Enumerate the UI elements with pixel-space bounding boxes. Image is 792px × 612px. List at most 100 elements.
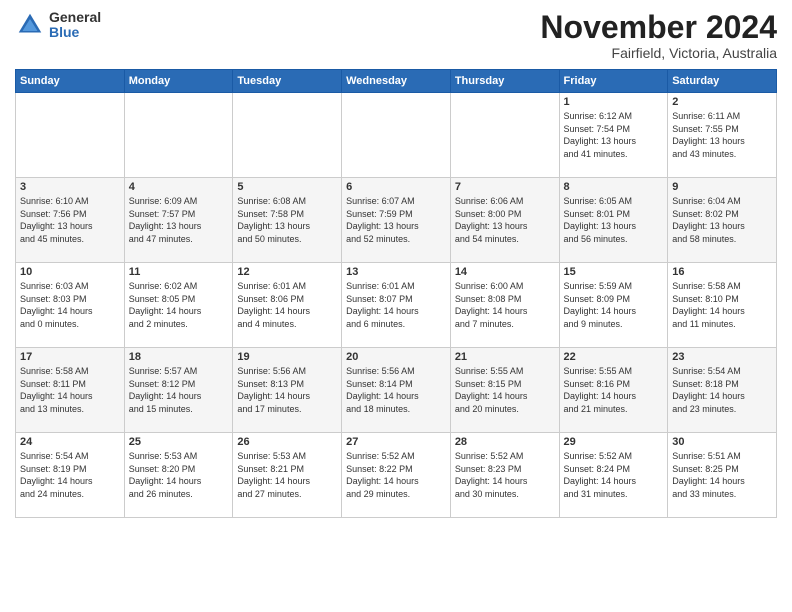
calendar-cell <box>233 93 342 178</box>
day-info: Sunrise: 6:02 AM Sunset: 8:05 PM Dayligh… <box>129 280 229 330</box>
logo-icon <box>15 10 45 40</box>
day-info: Sunrise: 6:11 AM Sunset: 7:55 PM Dayligh… <box>672 110 772 160</box>
day-number: 7 <box>455 181 555 193</box>
day-number: 27 <box>346 436 446 448</box>
day-number: 18 <box>129 351 229 363</box>
day-info: Sunrise: 6:03 AM Sunset: 8:03 PM Dayligh… <box>20 280 120 330</box>
day-info: Sunrise: 6:04 AM Sunset: 8:02 PM Dayligh… <box>672 195 772 245</box>
day-info: Sunrise: 5:54 AM Sunset: 8:19 PM Dayligh… <box>20 450 120 500</box>
day-number: 11 <box>129 266 229 278</box>
day-info: Sunrise: 6:05 AM Sunset: 8:01 PM Dayligh… <box>564 195 664 245</box>
calendar-cell: 4 Sunrise: 6:09 AM Sunset: 7:57 PM Daylig… <box>124 178 233 263</box>
logo-general: General <box>49 10 101 25</box>
day-info: Sunrise: 5:58 AM Sunset: 8:11 PM Dayligh… <box>20 365 120 415</box>
col-saturday: Saturday <box>668 70 777 93</box>
day-number: 2 <box>672 96 772 108</box>
col-sunday: Sunday <box>16 70 125 93</box>
logo: General Blue <box>15 10 101 41</box>
day-info: Sunrise: 6:09 AM Sunset: 7:57 PM Dayligh… <box>129 195 229 245</box>
calendar-cell: 16 Sunrise: 5:58 AM Sunset: 8:10 PM Dayli… <box>668 263 777 348</box>
day-number: 30 <box>672 436 772 448</box>
page: General Blue November 2024 Fairfield, Vi… <box>0 0 792 612</box>
day-info: Sunrise: 5:55 AM Sunset: 8:15 PM Dayligh… <box>455 365 555 415</box>
day-number: 13 <box>346 266 446 278</box>
calendar-cell: 11 Sunrise: 6:02 AM Sunset: 8:05 PM Dayli… <box>124 263 233 348</box>
calendar-header: Sunday Monday Tuesday Wednesday Thursday… <box>16 70 777 93</box>
day-info: Sunrise: 5:57 AM Sunset: 8:12 PM Dayligh… <box>129 365 229 415</box>
day-number: 4 <box>129 181 229 193</box>
calendar-cell: 20 Sunrise: 5:56 AM Sunset: 8:14 PM Dayli… <box>342 348 451 433</box>
day-info: Sunrise: 5:55 AM Sunset: 8:16 PM Dayligh… <box>564 365 664 415</box>
day-number: 29 <box>564 436 664 448</box>
header: General Blue November 2024 Fairfield, Vi… <box>15 10 777 61</box>
day-info: Sunrise: 6:00 AM Sunset: 8:08 PM Dayligh… <box>455 280 555 330</box>
day-info: Sunrise: 5:58 AM Sunset: 8:10 PM Dayligh… <box>672 280 772 330</box>
calendar-week-2: 3 Sunrise: 6:10 AM Sunset: 7:56 PM Daylig… <box>16 178 777 263</box>
day-number: 24 <box>20 436 120 448</box>
calendar-cell: 6 Sunrise: 6:07 AM Sunset: 7:59 PM Daylig… <box>342 178 451 263</box>
col-friday: Friday <box>559 70 668 93</box>
calendar-cell: 24 Sunrise: 5:54 AM Sunset: 8:19 PM Dayli… <box>16 433 125 518</box>
day-number: 1 <box>564 96 664 108</box>
calendar-cell: 27 Sunrise: 5:52 AM Sunset: 8:22 PM Dayli… <box>342 433 451 518</box>
day-number: 22 <box>564 351 664 363</box>
day-info: Sunrise: 5:52 AM Sunset: 8:24 PM Dayligh… <box>564 450 664 500</box>
calendar-cell: 28Sunrise: 5:52 AM Sunset: 8:23 PM Dayli… <box>450 433 559 518</box>
calendar-cell <box>16 93 125 178</box>
day-number: 23 <box>672 351 772 363</box>
day-number: 21 <box>455 351 555 363</box>
day-info: Sunrise: 5:56 AM Sunset: 8:13 PM Dayligh… <box>237 365 337 415</box>
day-info: Sunrise: 5:52 AM Sunset: 8:23 PM Dayligh… <box>455 450 555 500</box>
calendar-title: November 2024 <box>540 10 777 45</box>
calendar-cell: 7 Sunrise: 6:06 AM Sunset: 8:00 PM Daylig… <box>450 178 559 263</box>
calendar-cell: 26Sunrise: 5:53 AM Sunset: 8:21 PM Dayli… <box>233 433 342 518</box>
header-row: Sunday Monday Tuesday Wednesday Thursday… <box>16 70 777 93</box>
day-info: Sunrise: 5:56 AM Sunset: 8:14 PM Dayligh… <box>346 365 446 415</box>
day-number: 14 <box>455 266 555 278</box>
day-info: Sunrise: 6:10 AM Sunset: 7:56 PM Dayligh… <box>20 195 120 245</box>
day-info: Sunrise: 5:52 AM Sunset: 8:22 PM Dayligh… <box>346 450 446 500</box>
day-info: Sunrise: 5:51 AM Sunset: 8:25 PM Dayligh… <box>672 450 772 500</box>
calendar-cell: 22 Sunrise: 5:55 AM Sunset: 8:16 PM Dayli… <box>559 348 668 433</box>
calendar-cell: 9 Sunrise: 6:04 AM Sunset: 8:02 PM Daylig… <box>668 178 777 263</box>
calendar-table: Sunday Monday Tuesday Wednesday Thursday… <box>15 69 777 518</box>
day-info: Sunrise: 6:01 AM Sunset: 8:07 PM Dayligh… <box>346 280 446 330</box>
day-number: 25 <box>129 436 229 448</box>
day-number: 6 <box>346 181 446 193</box>
calendar-cell: 12 Sunrise: 6:01 AM Sunset: 8:06 PM Dayli… <box>233 263 342 348</box>
col-monday: Monday <box>124 70 233 93</box>
calendar-cell: 2 Sunrise: 6:11 AM Sunset: 7:55 PM Daylig… <box>668 93 777 178</box>
logo-text: General Blue <box>49 10 101 41</box>
day-info: Sunrise: 6:06 AM Sunset: 8:00 PM Dayligh… <box>455 195 555 245</box>
col-thursday: Thursday <box>450 70 559 93</box>
day-number: 26 <box>237 436 337 448</box>
calendar-cell: 17 Sunrise: 5:58 AM Sunset: 8:11 PM Dayli… <box>16 348 125 433</box>
calendar-cell: 1Sunrise: 6:12 AM Sunset: 7:54 PM Daylig… <box>559 93 668 178</box>
day-info: Sunrise: 5:53 AM Sunset: 8:20 PM Dayligh… <box>129 450 229 500</box>
day-info: Sunrise: 5:59 AM Sunset: 8:09 PM Dayligh… <box>564 280 664 330</box>
day-number: 12 <box>237 266 337 278</box>
day-number: 3 <box>20 181 120 193</box>
day-info: Sunrise: 6:07 AM Sunset: 7:59 PM Dayligh… <box>346 195 446 245</box>
day-info: Sunrise: 6:08 AM Sunset: 7:58 PM Dayligh… <box>237 195 337 245</box>
calendar-cell: 29 Sunrise: 5:52 AM Sunset: 8:24 PM Dayli… <box>559 433 668 518</box>
calendar-week-1: 1Sunrise: 6:12 AM Sunset: 7:54 PM Daylig… <box>16 93 777 178</box>
calendar-cell: 5 Sunrise: 6:08 AM Sunset: 7:58 PM Daylig… <box>233 178 342 263</box>
day-info: Sunrise: 6:01 AM Sunset: 8:06 PM Dayligh… <box>237 280 337 330</box>
calendar-cell: 3 Sunrise: 6:10 AM Sunset: 7:56 PM Daylig… <box>16 178 125 263</box>
calendar-week-4: 17 Sunrise: 5:58 AM Sunset: 8:11 PM Dayli… <box>16 348 777 433</box>
day-number: 17 <box>20 351 120 363</box>
calendar-week-5: 24 Sunrise: 5:54 AM Sunset: 8:19 PM Dayli… <box>16 433 777 518</box>
calendar-cell: 10Sunrise: 6:03 AM Sunset: 8:03 PM Dayli… <box>16 263 125 348</box>
day-number: 5 <box>237 181 337 193</box>
calendar-cell: 21 Sunrise: 5:55 AM Sunset: 8:15 PM Dayli… <box>450 348 559 433</box>
day-number: 8 <box>564 181 664 193</box>
calendar-cell <box>124 93 233 178</box>
calendar-cell <box>450 93 559 178</box>
calendar-cell: 18 Sunrise: 5:57 AM Sunset: 8:12 PM Dayli… <box>124 348 233 433</box>
calendar-week-3: 10Sunrise: 6:03 AM Sunset: 8:03 PM Dayli… <box>16 263 777 348</box>
day-number: 16 <box>672 266 772 278</box>
day-number: 9 <box>672 181 772 193</box>
day-number: 20 <box>346 351 446 363</box>
calendar-cell: 14 Sunrise: 6:00 AM Sunset: 8:08 PM Dayli… <box>450 263 559 348</box>
